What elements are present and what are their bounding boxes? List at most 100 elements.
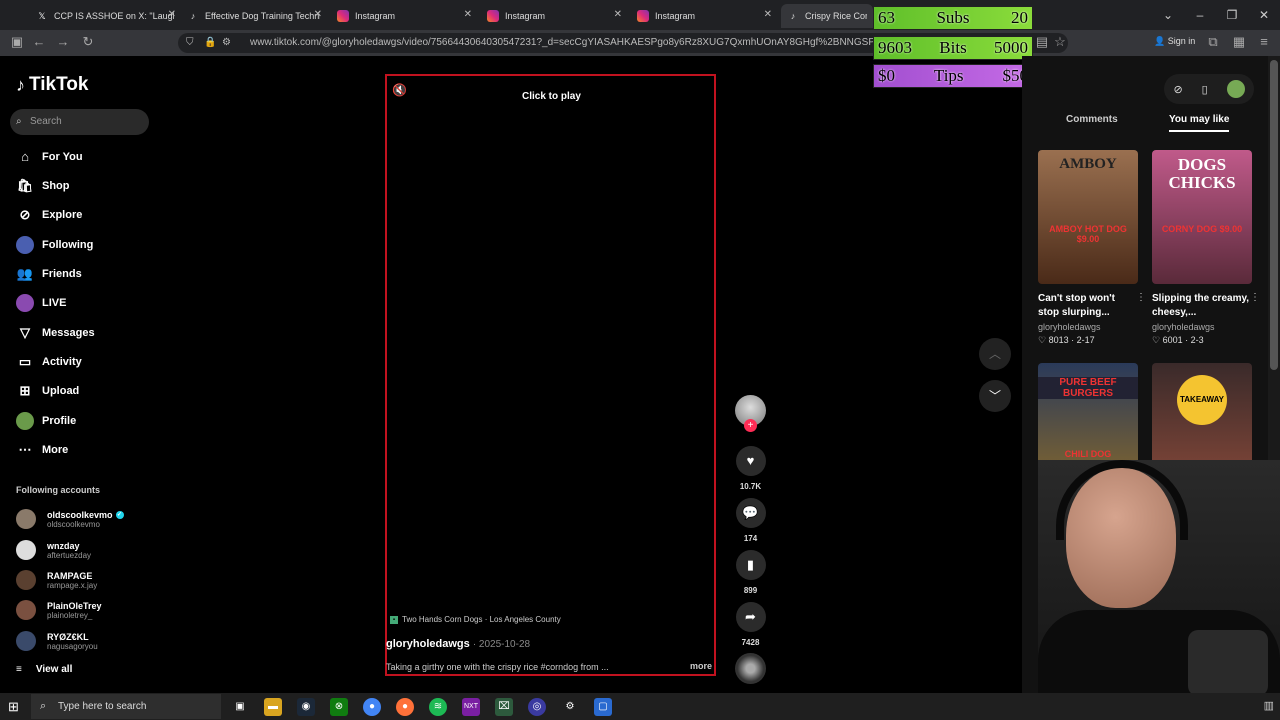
following-account[interactable]: oldscoolkevmo ✓ oldscoolkevmo xyxy=(16,506,124,532)
mute-icon[interactable]: 🔇 xyxy=(392,83,407,97)
avatar xyxy=(16,631,36,651)
nav-friends[interactable]: 👥 Friends xyxy=(16,263,82,285)
forward-icon[interactable]: → xyxy=(54,34,72,49)
tab-list-icon[interactable]: ⌄ xyxy=(1152,0,1184,30)
settings-icon[interactable]: ⚙ xyxy=(561,698,579,716)
steam-icon[interactable]: ◉ xyxy=(297,698,315,716)
tiktok-logo[interactable]: ♪ TikTok xyxy=(16,74,88,96)
xbox-icon[interactable]: ⊗ xyxy=(330,698,348,716)
nav-messages[interactable]: ▽ Messages xyxy=(16,322,95,344)
nav-profile[interactable]: Profile xyxy=(16,410,76,432)
top-right-icon-group: ⊘ ▯ xyxy=(1164,74,1254,104)
reader-icon[interactable]: ▤ xyxy=(1033,34,1051,50)
user-avatar[interactable] xyxy=(1226,80,1245,98)
card-thumbnail[interactable]: DOGS CHICKS CORNY DOG $9.00 xyxy=(1152,150,1252,284)
share-button[interactable]: ➦ 7428 xyxy=(735,602,766,647)
reload-icon[interactable]: ↻ xyxy=(79,34,97,50)
taskbar-tray[interactable]: ▥ xyxy=(1264,699,1274,712)
nav-shop[interactable]: 🛍 Shop xyxy=(16,175,70,197)
obs-icon[interactable]: ◎ xyxy=(528,698,546,716)
nav-following[interactable]: Following xyxy=(16,234,93,256)
nav-for-you[interactable]: ⌂ For You xyxy=(16,146,82,168)
extension-badge-icon[interactable]: ▦ xyxy=(1230,34,1248,50)
following-account[interactable]: wnzday aftertuezday xyxy=(16,537,91,563)
more-options-icon[interactable]: ⋮ xyxy=(1136,292,1146,303)
comment-button[interactable]: 💬 174 xyxy=(735,498,766,543)
file-explorer-icon[interactable]: ▬ xyxy=(264,698,282,716)
search-icon: ⌕ xyxy=(40,700,47,712)
browser-tab[interactable]: ♪ Effective Dog Training Techniqu ✕ xyxy=(181,4,326,28)
site-settings-icon[interactable]: ⚙ xyxy=(222,33,231,53)
browser-tab[interactable]: Instagram ✕ xyxy=(331,4,476,28)
recommended-card[interactable]: DOGS CHICKS CORNY DOG $9.00 Slipping the… xyxy=(1152,150,1260,346)
close-tab-icon[interactable]: ✕ xyxy=(168,9,176,20)
browser-tab[interactable]: 𝕏 CCP IS ASSHOE on X: "Laughing ✕ xyxy=(30,4,180,28)
search-input[interactable]: ⌕ Search xyxy=(10,109,149,135)
extensions-icon[interactable]: ⧉ xyxy=(1204,34,1222,50)
card-thumbnail[interactable]: AMBOY AMBOY HOT DOG $9.00 xyxy=(1038,150,1138,284)
save-button[interactable]: ▮ 899 xyxy=(735,550,766,595)
view-all-button[interactable]: ≡ View all xyxy=(16,664,72,675)
close-tab-icon[interactable]: ✕ xyxy=(314,9,322,20)
like-button[interactable]: ♥ 10.7K xyxy=(735,446,766,491)
nav-upload[interactable]: ⊞ Upload xyxy=(16,380,80,402)
nav-live[interactable]: LIVE xyxy=(16,292,66,314)
more-caption-button[interactable]: more xyxy=(690,661,712,671)
recommended-card[interactable]: AMBOY AMBOY HOT DOG $9.00 Can't stop won… xyxy=(1038,150,1146,346)
following-account[interactable]: RAMPAGE rampage.x.jay xyxy=(16,567,97,593)
click-to-play-label[interactable]: Click to play xyxy=(522,91,581,102)
back-icon[interactable]: ← xyxy=(30,34,48,49)
spotify-icon[interactable]: ≋ xyxy=(429,698,447,716)
next-video-button[interactable]: ﹀ xyxy=(979,380,1011,412)
sidebar-toggle-icon[interactable]: ▣ xyxy=(8,34,26,50)
close-tab-icon[interactable]: ✕ xyxy=(614,9,622,20)
bookmark-star-icon[interactable]: ☆ xyxy=(1051,34,1069,50)
previous-video-button[interactable]: ︿ xyxy=(979,338,1011,370)
browser-tab[interactable]: Instagram ✕ xyxy=(481,4,626,28)
compass-icon[interactable]: ⊘ xyxy=(1173,83,1182,96)
more-icon: ⋯ xyxy=(18,442,32,457)
chevron-up-icon: ︿ xyxy=(988,347,1001,361)
nav-more[interactable]: ⋯ More xyxy=(16,439,69,461)
avatar xyxy=(16,509,36,529)
music-disc[interactable] xyxy=(735,653,766,684)
video-player[interactable] xyxy=(385,74,716,676)
firefox-icon[interactable]: ● xyxy=(396,698,414,716)
app-icon[interactable]: ▢ xyxy=(594,698,612,716)
sign-in-button[interactable]: 👤 Sign in xyxy=(1154,36,1195,47)
shield-icon[interactable]: ⛉ xyxy=(186,33,194,53)
minimize-icon[interactable]: – xyxy=(1184,0,1216,30)
taskbar-search[interactable]: ⌕ Type here to search xyxy=(31,694,221,719)
tab-comments[interactable]: Comments xyxy=(1066,114,1118,125)
activity-icon: ▭ xyxy=(18,354,32,369)
device-icon[interactable]: ▯ xyxy=(1202,83,1208,96)
lock-icon[interactable]: 🔒 xyxy=(204,33,216,53)
task-view-icon[interactable]: ▣ xyxy=(231,698,249,716)
nav-explore[interactable]: ⊘ Explore xyxy=(16,204,83,226)
scrollbar-thumb[interactable] xyxy=(1270,60,1278,370)
nav-activity[interactable]: ▭ Activity xyxy=(16,351,82,373)
following-account[interactable]: RYØZ€KL nagusagoryou xyxy=(16,628,98,654)
maximize-icon[interactable]: ❐ xyxy=(1216,0,1248,30)
location-tag[interactable]: ▪ Two Hands Corn Dogs · Los Angeles Coun… xyxy=(390,615,561,624)
close-tab-icon[interactable]: ✕ xyxy=(464,9,472,20)
next-icon[interactable]: NXT xyxy=(462,698,480,716)
upload-icon: ⊞ xyxy=(19,383,31,398)
menu-icon[interactable]: ≡ xyxy=(1255,34,1273,49)
windows-start-icon[interactable]: ⊞ xyxy=(8,699,19,715)
close-tab-icon[interactable]: ✕ xyxy=(764,9,772,20)
browser-tab-active[interactable]: ♪ Crispy Rice Corndog xyxy=(781,4,873,28)
browser-tab[interactable]: Instagram ✕ xyxy=(631,4,776,28)
follow-plus-icon[interactable]: + xyxy=(744,419,757,432)
following-account[interactable]: PlainOleTrey plainoletrey_ xyxy=(16,597,102,623)
bookmark-icon: ▮ xyxy=(735,550,766,580)
video-author[interactable]: gloryholedawgs · 2025-10-28 xyxy=(386,638,530,650)
verified-icon: ✓ xyxy=(115,510,124,519)
close-window-icon[interactable]: ✕ xyxy=(1248,0,1280,30)
live-avatar-icon xyxy=(16,294,34,312)
more-options-icon[interactable]: ⋮ xyxy=(1250,292,1260,303)
app-icon[interactable]: ⌧ xyxy=(495,698,513,716)
chrome-icon[interactable]: ● xyxy=(363,698,381,716)
tab-you-may-like[interactable]: You may like xyxy=(1169,114,1230,132)
shop-icon: 🛍 xyxy=(16,178,34,193)
